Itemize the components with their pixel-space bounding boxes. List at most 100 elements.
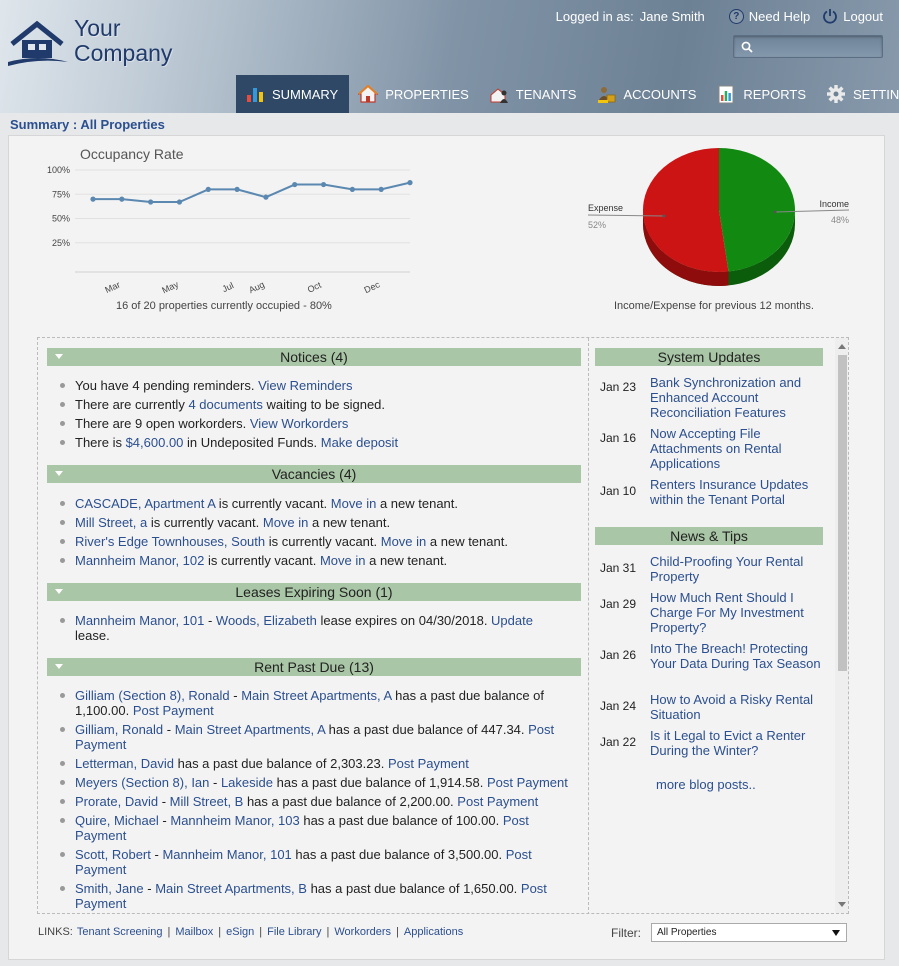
data-point[interactable]	[292, 181, 298, 188]
data-point[interactable]	[90, 196, 96, 202]
tenant-link[interactable]: Scott, Robert	[75, 847, 151, 862]
unit-link[interactable]: Mannheim Manor, 103	[170, 813, 299, 828]
list-item: Gilliam, Ronald - Main Street Apartments…	[47, 722, 577, 752]
move-in-link[interactable]: Move in	[381, 534, 427, 549]
notices-header[interactable]: Notices (4)	[47, 348, 581, 366]
tenant-link[interactable]: Prorate, David	[75, 794, 158, 809]
nav-settings[interactable]: SETTINGS	[817, 75, 899, 113]
separator: |	[326, 926, 330, 938]
logout-link[interactable]: Logout	[822, 8, 883, 24]
news-date: Jan 22	[600, 735, 637, 749]
applications-link[interactable]: Applications	[404, 926, 463, 938]
move-in-link[interactable]: Move in	[263, 515, 309, 530]
move-in-link[interactable]: Move in	[320, 553, 366, 568]
unit-link[interactable]: Mannheim Manor, 101	[75, 613, 204, 628]
news-link[interactable]: Into The Breach! Protecting Your Data Du…	[650, 641, 822, 671]
unit-link[interactable]: Main Street Apartments, A	[241, 688, 391, 703]
make-deposit-link[interactable]: Make deposit	[321, 435, 398, 450]
main-nav: SUMMARY PROPERTIES TENANTS ACCOUNTS REPO…	[236, 75, 899, 113]
tenant-link[interactable]: Gilliam, Ronald	[75, 722, 163, 737]
tenant-screening-link[interactable]: Tenant Screening	[77, 926, 163, 938]
updates-column: System Updates Jan 23 Bank Synchronizati…	[590, 338, 835, 913]
leases-expiring-header[interactable]: Leases Expiring Soon (1)	[47, 583, 581, 601]
tenant-link[interactable]: Gilliam (Section 8), Ronald	[75, 688, 230, 703]
more-blog-posts-link[interactable]: more blog posts..	[656, 777, 756, 792]
move-in-link[interactable]: Move in	[331, 496, 377, 511]
tenant-link[interactable]: Woods, Elizabeth	[216, 613, 317, 628]
collapse-icon[interactable]	[55, 664, 63, 669]
nav-properties[interactable]: PROPERTIES	[349, 75, 480, 113]
workorders-link[interactable]: Workorders	[334, 926, 391, 938]
dashboard-content[interactable]: Notices (4) You have 4 pending reminders…	[37, 337, 849, 914]
tenant-link[interactable]: Smith, Jane	[75, 881, 144, 896]
unit-link[interactable]: Mill Street, B	[170, 794, 244, 809]
property-filter-select[interactable]: All Properties	[651, 923, 847, 942]
collapse-icon[interactable]	[55, 589, 63, 594]
esign-link[interactable]: eSign	[226, 926, 254, 938]
tenant-link[interactable]: Quire, Michael	[75, 813, 159, 828]
data-point[interactable]	[234, 186, 240, 192]
post-payment-link[interactable]: Post Payment	[487, 775, 568, 790]
post-payment-link[interactable]: Post Payment	[388, 756, 469, 771]
news-link[interactable]: Child-Proofing Your Rental Property	[650, 554, 822, 584]
company-logo[interactable]: Your Company	[8, 16, 208, 76]
user-name: Jane Smith	[639, 8, 705, 24]
unit-link[interactable]: Mill Street, a	[75, 515, 147, 530]
separator: |	[259, 926, 263, 938]
need-help-link[interactable]: ? Need Help	[728, 8, 810, 24]
data-point[interactable]	[320, 181, 327, 188]
data-point[interactable]	[263, 194, 269, 200]
documents-link[interactable]: 4 documents	[188, 397, 262, 412]
links-label: LINKS:	[38, 926, 73, 938]
nav-summary[interactable]: SUMMARY	[236, 75, 350, 113]
data-point[interactable]	[407, 180, 413, 186]
update-link[interactable]: Bank Synchronization and Enhanced Accoun…	[650, 375, 822, 420]
list-item: Mannheim Manor, 101 - Woods, Elizabeth l…	[47, 613, 547, 643]
unit-link[interactable]: River's Edge Townhouses, South	[75, 534, 265, 549]
scroll-down-icon[interactable]	[838, 902, 846, 907]
nav-tenants[interactable]: TENANTS	[480, 75, 588, 113]
data-point[interactable]	[176, 199, 183, 205]
unit-link[interactable]: Mannheim Manor, 101	[162, 847, 291, 862]
tenant-link[interactable]: Meyers (Section 8), Ian	[75, 775, 209, 790]
unit-link[interactable]: Lakeside	[221, 775, 273, 790]
unit-link[interactable]: Main Street Apartments, A	[175, 722, 325, 737]
data-point[interactable]	[148, 199, 154, 205]
unit-link[interactable]: Mannheim Manor, 102	[75, 553, 204, 568]
news-link[interactable]: How Much Rent Should I Charge For My Inv…	[650, 590, 822, 635]
nav-reports[interactable]: REPORTS	[707, 75, 817, 113]
unit-link[interactable]: Main Street Apartments, B	[155, 881, 307, 896]
update-link[interactable]: Renters Insurance Updates within the Ten…	[650, 477, 822, 507]
update-lease-link[interactable]: Update	[491, 613, 533, 628]
scroll-up-icon[interactable]	[838, 344, 846, 349]
collapse-icon[interactable]	[55, 354, 63, 359]
news-link[interactable]: How to Avoid a Risky Rental Situation	[650, 692, 822, 722]
filter-label: Filter:	[611, 926, 641, 940]
nav-accounts[interactable]: ACCOUNTS	[587, 75, 707, 113]
collapse-icon[interactable]	[55, 471, 63, 476]
update-link[interactable]: Now Accepting File Attachments on Rental…	[650, 426, 822, 471]
news-link[interactable]: Is it Legal to Evict a Renter During the…	[650, 728, 822, 758]
update-date: Jan 16	[600, 431, 637, 445]
tenant-link[interactable]: Letterman, David	[75, 756, 174, 771]
view-workorders-link[interactable]: View Workorders	[250, 416, 349, 431]
rent-past-due-header[interactable]: Rent Past Due (13)	[47, 658, 581, 676]
data-point[interactable]	[119, 196, 125, 202]
file-library-link[interactable]: File Library	[267, 926, 321, 938]
content-scrollbar[interactable]	[835, 338, 848, 913]
data-point[interactable]	[349, 186, 355, 192]
post-payment-link[interactable]: Post Payment	[133, 703, 214, 718]
list-item: CASCADE, Apartment A is currently vacant…	[47, 496, 581, 511]
post-payment-link[interactable]: Post Payment	[457, 794, 538, 809]
income-label: Income	[819, 199, 849, 209]
search-input[interactable]	[758, 38, 878, 55]
data-point[interactable]	[205, 186, 211, 192]
data-point[interactable]	[378, 186, 384, 192]
unit-link[interactable]: CASCADE, Apartment A	[75, 496, 215, 511]
mailbox-link[interactable]: Mailbox	[175, 926, 213, 938]
undeposited-funds-link[interactable]: $4,600.00	[126, 435, 184, 450]
vacancies-header[interactable]: Vacancies (4)	[47, 465, 581, 483]
view-reminders-link[interactable]: View Reminders	[258, 378, 352, 393]
scrollbar-thumb[interactable]	[838, 355, 847, 671]
search-box[interactable]	[733, 35, 883, 58]
